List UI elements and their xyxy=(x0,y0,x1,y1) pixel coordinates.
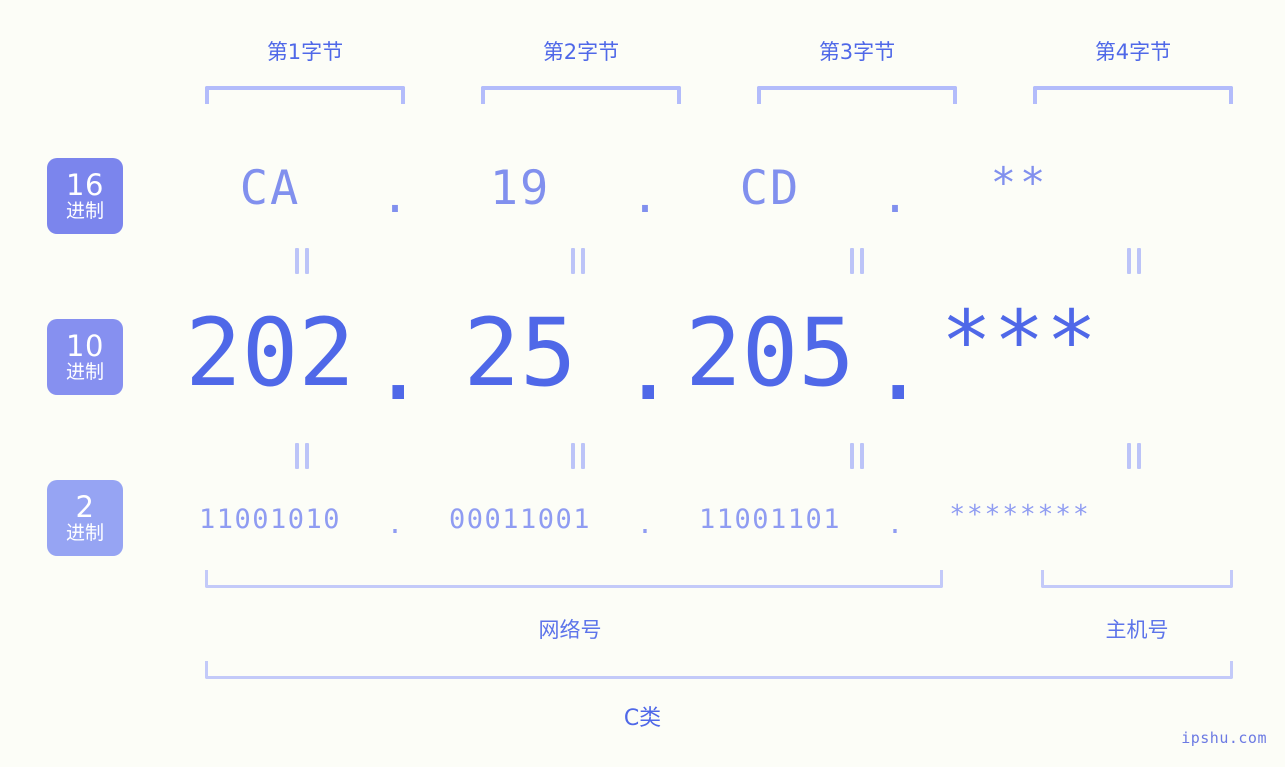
base-badge-binary: 2 进制 xyxy=(47,480,123,556)
bin-octet-2: 00011001 xyxy=(448,503,592,535)
base-badge-hex-number: 16 xyxy=(66,168,104,202)
address-class-bracket xyxy=(205,661,1233,679)
hex-separator-1: . xyxy=(380,168,410,224)
dec-octet-3: 205 xyxy=(685,298,855,408)
byte-bracket-top-3 xyxy=(757,86,957,104)
hex-separator-3: . xyxy=(880,168,910,224)
equals-mark-hex-dec-2 xyxy=(567,248,589,274)
equals-mark-dec-bin-4 xyxy=(1123,443,1145,469)
base-badge-dec-number: 10 xyxy=(66,329,104,363)
byte-header-2: 第2字节 xyxy=(542,40,620,64)
byte-header-1: 第1字节 xyxy=(266,40,344,64)
site-watermark: ipshu.com xyxy=(1181,729,1267,747)
address-class-label: C类 xyxy=(623,706,662,731)
decimal-value-row: 202 . 25 . 205 . *** xyxy=(170,292,1270,422)
byte-bracket-top-1 xyxy=(205,86,405,104)
network-portion-label: 网络号 xyxy=(538,618,602,642)
hex-separator-2: . xyxy=(630,168,660,224)
dec-octet-2: 25 xyxy=(463,298,577,408)
base-badge-dec-unit: 进制 xyxy=(65,361,104,383)
ip-address-breakdown-diagram: 第1字节 第2字节 第3字节 第4字节 16 进制 10 进制 2 进制 CA … xyxy=(0,0,1285,767)
hex-octet-3: CD xyxy=(739,160,801,216)
bin-separator-1: . xyxy=(386,508,404,540)
dec-separator-2: . xyxy=(620,312,677,422)
host-portion-bracket xyxy=(1041,570,1233,588)
base-badge-bin-number: 2 xyxy=(75,490,95,524)
binary-value-row: 11001010 . 00011001 . 11001101 . *******… xyxy=(170,497,1270,541)
bin-separator-3: . xyxy=(886,508,904,540)
bin-octet-4: ******** xyxy=(949,500,1091,530)
network-portion-bracket xyxy=(205,570,943,588)
base-badge-decimal: 10 进制 xyxy=(47,319,123,395)
bin-separator-2: . xyxy=(636,508,654,540)
dec-octet-4: *** xyxy=(941,292,1099,390)
equals-mark-dec-bin-1 xyxy=(291,443,313,469)
dec-octet-1: 202 xyxy=(185,298,355,408)
dec-separator-1: . xyxy=(370,312,427,422)
bin-octet-3: 11001101 xyxy=(698,503,842,535)
byte-header-3: 第3字节 xyxy=(818,40,896,64)
byte-bracket-top-2 xyxy=(481,86,681,104)
base-badge-hex-unit: 进制 xyxy=(65,200,104,222)
equals-mark-hex-dec-4 xyxy=(1123,248,1145,274)
bin-octet-1: 11001010 xyxy=(198,503,342,535)
byte-header-4: 第4字节 xyxy=(1094,40,1172,64)
hexadecimal-value-row: CA . 19 . CD . ** xyxy=(170,150,1270,226)
host-portion-label: 主机号 xyxy=(1105,618,1169,642)
equals-mark-dec-bin-2 xyxy=(567,443,589,469)
equals-mark-dec-bin-3 xyxy=(846,443,868,469)
dec-separator-3: . xyxy=(870,312,927,422)
hex-octet-1: CA xyxy=(239,160,301,216)
hex-octet-2: 19 xyxy=(489,160,551,216)
equals-mark-hex-dec-1 xyxy=(291,248,313,274)
hex-octet-4: ** xyxy=(990,157,1050,207)
equals-mark-hex-dec-3 xyxy=(846,248,868,274)
byte-bracket-top-4 xyxy=(1033,86,1233,104)
base-badge-bin-unit: 进制 xyxy=(65,522,104,544)
base-badge-hexadecimal: 16 进制 xyxy=(47,158,123,234)
